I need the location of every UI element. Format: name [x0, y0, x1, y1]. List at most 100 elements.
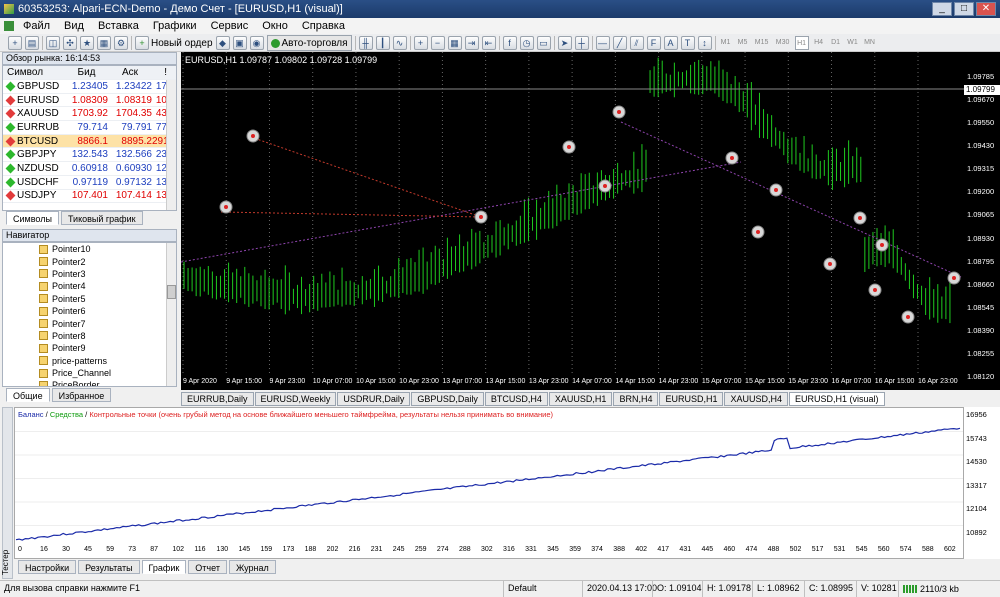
autoscroll-icon[interactable]: ⇥ — [464, 36, 479, 50]
market-watch-row[interactable]: USDJPY 107.401 107.414 13 — [3, 190, 176, 204]
tab-symbols[interactable]: Символы — [6, 211, 59, 225]
chart-tab[interactable]: BRN,H4 — [613, 391, 659, 406]
tf-m15[interactable]: M15 — [753, 36, 771, 50]
menu-help[interactable]: Справка — [295, 20, 352, 32]
tile-windows-icon[interactable]: ▦ — [447, 36, 462, 50]
menu-charts[interactable]: Графики — [146, 20, 204, 32]
navigator-item[interactable]: Pointer3 — [3, 268, 176, 280]
navigator-item[interactable]: Pointer6 — [3, 305, 176, 317]
crosshair-icon[interactable]: ┼ — [574, 36, 589, 50]
navigator-item[interactable]: Price_Channel — [3, 367, 176, 379]
col-spread[interactable]: ! — [152, 67, 167, 78]
navigator-item[interactable]: Pointer7 — [3, 317, 176, 329]
navigator-item[interactable]: Pointer2 — [3, 255, 176, 267]
col-bid[interactable]: Бид — [65, 67, 108, 78]
terminal-icon[interactable]: ▦ — [97, 36, 111, 50]
periods-icon[interactable]: ◷ — [519, 36, 534, 50]
trade-marker[interactable] — [875, 238, 889, 252]
tester-side-tab[interactable]: Тестер — [1, 407, 13, 579]
trade-marker[interactable] — [598, 179, 612, 193]
menu-window[interactable]: Окно — [255, 20, 295, 32]
trade-marker[interactable] — [219, 200, 233, 214]
trade-marker[interactable] — [769, 183, 783, 197]
status-profile[interactable]: Default — [503, 581, 537, 597]
indicators-icon[interactable]: f — [502, 36, 517, 50]
tf-h1[interactable]: H1 — [794, 36, 809, 50]
profiles-icon[interactable]: ▤ — [25, 36, 39, 50]
maximize-button[interactable]: □ — [954, 2, 974, 16]
tab-general[interactable]: Общие — [6, 388, 50, 402]
trade-marker[interactable] — [246, 129, 260, 143]
chart-tab[interactable]: GBPUSD,Daily — [411, 391, 484, 406]
trade-marker[interactable] — [853, 211, 867, 225]
market-watch-row[interactable]: GBPJPY 132.543 132.566 23 — [3, 148, 176, 163]
trade-marker[interactable] — [947, 271, 961, 285]
navigator-item[interactable]: Pointer4 — [3, 280, 176, 292]
trade-marker[interactable] — [562, 140, 576, 154]
chart-tab[interactable]: EURUSD,Weekly — [254, 391, 337, 406]
chart-tab[interactable]: EURUSD,H1 — [659, 391, 724, 406]
navigator-icon[interactable]: ★ — [80, 36, 94, 50]
tf-h4[interactable]: H4 — [812, 36, 826, 50]
tab-tick-chart[interactable]: Тиковый график — [60, 211, 143, 225]
signals-icon[interactable]: ◆ — [215, 36, 230, 50]
tf-d1[interactable]: D1 — [829, 36, 843, 50]
menu-insert[interactable]: Вставка — [91, 20, 146, 32]
tf-m30[interactable]: M30 — [774, 36, 792, 50]
col-ask[interactable]: Аск — [108, 67, 152, 78]
tf-w1[interactable]: W1 — [846, 36, 860, 50]
line-chart-icon[interactable]: ∿ — [392, 36, 407, 50]
chart-tab[interactable]: EURUSD,H1 (visual) — [788, 391, 885, 406]
trade-marker[interactable] — [751, 225, 765, 239]
tester-icon[interactable]: ⚙ — [114, 36, 128, 50]
new-order-button[interactable]: + Новый ордер — [135, 36, 213, 50]
autotrading-button[interactable]: Авто-торговля — [266, 35, 352, 51]
menu-file[interactable]: Файл — [16, 20, 57, 32]
minimize-button[interactable]: _ — [932, 2, 952, 16]
new-chart-icon[interactable]: + — [8, 36, 22, 50]
templates-icon[interactable]: ▭ — [536, 36, 551, 50]
bar-chart-icon[interactable]: ╫ — [358, 36, 373, 50]
chart-tab[interactable]: BTCUSD,H4 — [484, 391, 548, 406]
navigator-item[interactable]: Pointer10 — [3, 243, 176, 255]
chart-tab[interactable]: XAUUSD,H4 — [724, 391, 788, 406]
market-icon[interactable]: ▣ — [232, 36, 247, 50]
trade-marker[interactable] — [612, 105, 626, 119]
menu-tools[interactable]: Сервис — [204, 20, 256, 32]
label-icon[interactable]: T — [680, 36, 695, 50]
navigator-item[interactable]: PriceBorder — [3, 379, 176, 386]
navigator-scrollbar[interactable] — [166, 243, 176, 386]
cursor-icon[interactable]: ➤ — [557, 36, 572, 50]
channel-icon[interactable]: ⫽ — [629, 36, 644, 50]
menu-view[interactable]: Вид — [57, 20, 91, 32]
market-watch-row[interactable]: GBPUSD 1.23405 1.23422 17 — [3, 80, 176, 94]
market-watch-row[interactable]: USDCHF 0.97119 0.97132 13 — [3, 176, 176, 190]
arrows-icon[interactable]: ↕ — [697, 36, 712, 50]
chart-tab[interactable]: XAUUSD,H1 — [548, 391, 613, 406]
price-chart[interactable]: EURUSD,H1 1.09787 1.09802 1.09728 1.0979… — [181, 52, 964, 390]
tester-tab[interactable]: Результаты — [78, 560, 140, 574]
market-watch-icon[interactable]: ◫ — [46, 36, 60, 50]
market-watch-row[interactable]: EURRUB 79.714 79.791 77 — [3, 121, 176, 135]
trade-marker[interactable] — [474, 210, 488, 224]
chart-tab[interactable]: USDRUR,Daily — [337, 391, 411, 406]
tf-mn[interactable]: MN — [863, 36, 877, 50]
tf-m1[interactable]: M1 — [719, 36, 733, 50]
close-button[interactable]: ✕ — [976, 2, 996, 16]
market-watch-scrollbar[interactable] — [166, 80, 176, 210]
trade-marker[interactable] — [868, 283, 882, 297]
trade-marker[interactable] — [725, 151, 739, 165]
tester-tab[interactable]: Настройки — [18, 560, 77, 574]
navigator-item[interactable]: Pointer8 — [3, 330, 176, 342]
hline-icon[interactable]: — — [595, 36, 610, 50]
fibo-icon[interactable]: F — [646, 36, 661, 50]
trade-marker[interactable] — [901, 310, 915, 324]
text-icon[interactable]: A — [663, 36, 678, 50]
candles-icon[interactable]: ┃ — [375, 36, 390, 50]
vps-icon[interactable]: ◉ — [249, 36, 264, 50]
market-watch-row[interactable]: NZDUSD 0.60918 0.60930 12 — [3, 162, 176, 176]
zoom-in-icon[interactable]: + — [413, 36, 428, 50]
trendline-icon[interactable]: ╱ — [612, 36, 627, 50]
zoom-out-icon[interactable]: − — [430, 36, 445, 50]
market-watch-row[interactable]: BTCUSD 8866.1 8895.2 291 — [3, 134, 176, 149]
